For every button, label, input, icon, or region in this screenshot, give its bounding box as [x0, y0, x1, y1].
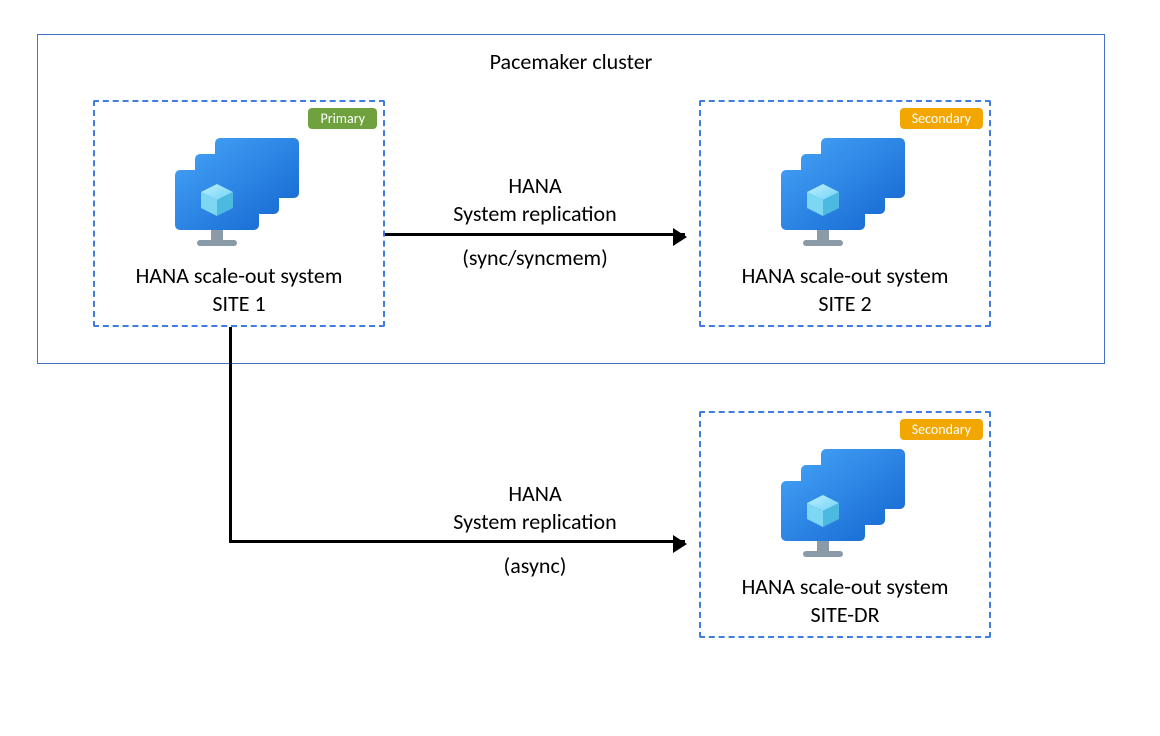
sitedr-box: Secondary: [699, 411, 991, 638]
site2-box: Secondary: [699, 100, 991, 327]
replication-label-sync-bottom: (sync/syncmem): [395, 244, 675, 272]
site2-label: HANA scale-out system SITE 2: [701, 262, 989, 317]
site2-name-line1: HANA scale-out system: [742, 262, 949, 289]
elbow-vertical: [229, 327, 232, 540]
vm-icon: [775, 138, 915, 248]
site1-name-line2: SITE 1: [212, 290, 265, 317]
replication-label-async-bottom: (async): [395, 552, 675, 580]
vm-stack-icon: [775, 138, 915, 248]
replication-label-async-top: HANA System replication: [395, 480, 675, 535]
arrow-to-site2: [385, 233, 685, 236]
sitedr-name-line2: SITE-DR: [810, 601, 879, 628]
cluster-title: Pacemaker cluster: [37, 48, 1105, 75]
site1-label: HANA scale-out system SITE 1: [95, 262, 383, 317]
vm-icon: [775, 449, 915, 559]
site1-box: Primary: [93, 100, 385, 327]
primary-badge: Primary: [308, 108, 377, 129]
vm-icon: [169, 138, 309, 248]
arrow-to-sitedr: [229, 540, 685, 543]
site2-name-line2: SITE 2: [818, 290, 871, 317]
sitedr-label: HANA scale-out system SITE-DR: [701, 573, 989, 628]
vm-stack-icon: [169, 138, 309, 248]
secondary-badge: Secondary: [900, 108, 983, 129]
secondary-badge: Secondary: [900, 419, 983, 440]
site1-name-line1: HANA scale-out system: [136, 262, 343, 289]
vm-stack-icon: [775, 449, 915, 559]
replication-label-sync-top: HANA System replication: [395, 172, 675, 227]
sitedr-name-line1: HANA scale-out system: [742, 573, 949, 600]
